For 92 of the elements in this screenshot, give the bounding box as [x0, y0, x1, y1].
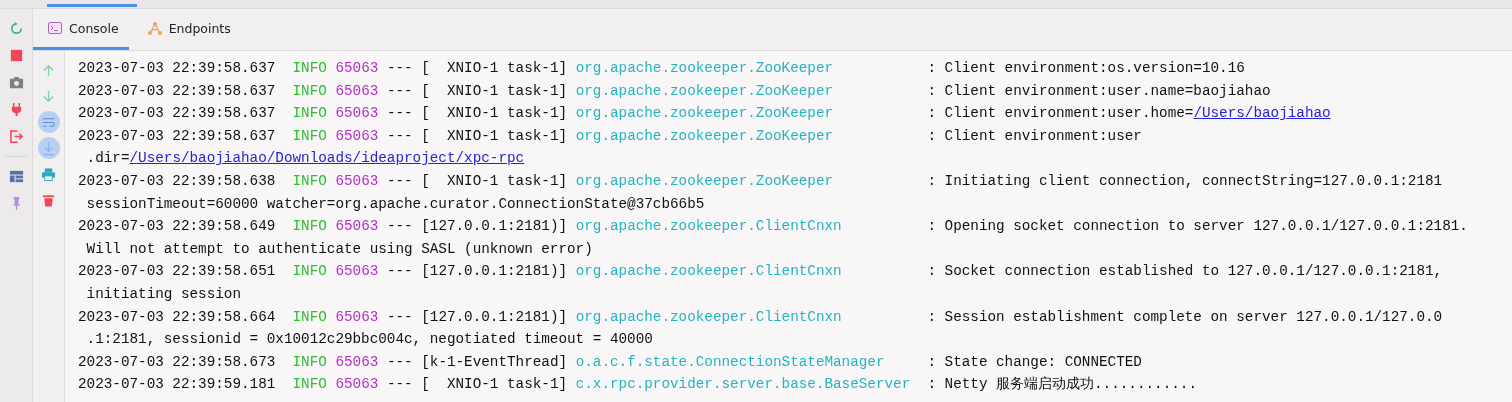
- logger-name: org.apache.zookeeper.ZooKeeper: [575, 59, 835, 78]
- log-message: : Netty 服务端启动成功............: [927, 375, 1197, 395]
- log-separator: ---: [386, 217, 413, 237]
- log-message: sessionTimeout=60000 watcher=org.apache.curator.ConnectionState@37cb66b5: [86, 194, 705, 214]
- log-level: INFO: [292, 126, 327, 146]
- logger-name: org.apache.zookeeper.ClientCnxn: [575, 262, 843, 282]
- log-message: initiating session: [86, 284, 241, 304]
- wrap-button[interactable]: [37, 111, 60, 133]
- log-separator: ---: [386, 126, 413, 146]
- scroll-button[interactable]: [37, 137, 60, 159]
- log-timestamp: 2023-07-03 22:39:58.651: [78, 262, 276, 282]
- log-level: INFO: [292, 217, 327, 237]
- log-message: : Socket connection established to 127.0.0.1/127.0.0.1:2181,: [927, 262, 1443, 282]
- log-level: INFO: [292, 59, 327, 78]
- log-separator: ---: [386, 352, 413, 372]
- down-arrow-icon: [41, 88, 56, 104]
- log-level: INFO: [292, 375, 327, 395]
- log-separator: ---: [386, 81, 413, 101]
- up-arrow-icon: [41, 62, 56, 78]
- logger-name: org.apache.zookeeper.ZooKeeper: [575, 81, 835, 101]
- printer-icon: [41, 166, 56, 182]
- thread-name: [127.0.0.1:2181)]: [421, 217, 568, 237]
- process-id: 65063: [335, 262, 379, 282]
- log-message: : Session establishment complete on server 127.0.0.1/127.0.0: [927, 307, 1443, 327]
- path-link[interactable]: /Users/baojiahao: [1193, 105, 1331, 122]
- logger-name: org.apache.zookeeper.ZooKeeper: [575, 126, 835, 146]
- thread-name: [127.0.0.1:2181)]: [421, 307, 568, 327]
- log-message: .1:2181, sessionid = 0x10012c29bbc004c, negotiated timeout = 40000: [86, 330, 653, 350]
- log-level: INFO: [292, 352, 327, 372]
- thread-name: [127.0.0.1:2181)]: [421, 262, 568, 282]
- log-timestamp: 2023-07-03 22:39:58.637: [78, 126, 276, 146]
- process-id: 65063: [335, 307, 379, 327]
- path-link[interactable]: /Users/baojiahao/Downloads/ideaproject/xpc-rpc: [129, 150, 525, 167]
- log-timestamp: 2023-07-03 22:39:58.673: [78, 352, 276, 372]
- tab[interactable]: Endpoints: [132, 9, 241, 50]
- log-timestamp: 2023-07-03 22:39:59.181: [78, 375, 276, 395]
- log-level: INFO: [292, 307, 327, 327]
- stop-icon[interactable]: [8, 48, 24, 63]
- log-timestamp: 2023-07-03 22:39:58.664: [78, 307, 276, 327]
- log-message: : Initiating client connection, connectString=127.0.0.1:2181: [927, 171, 1443, 191]
- process-id: 65063: [335, 126, 379, 146]
- logger-name: c.x.rpc.provider.server.base.BaseServer: [575, 375, 912, 395]
- log-timestamp: 2023-07-03 22:39:58.637: [78, 104, 276, 124]
- rerun-icon[interactable]: [8, 21, 24, 36]
- log-timestamp: 2023-07-03 22:39:58.638: [78, 171, 276, 191]
- log-separator: ---: [386, 104, 413, 124]
- process-id: 65063: [335, 217, 379, 237]
- logger-name: org.apache.zookeeper.ZooKeeper: [575, 104, 835, 124]
- log-separator: ---: [386, 262, 413, 282]
- exit-icon[interactable]: [8, 129, 24, 144]
- log-timestamp: 2023-07-03 22:39:58.637: [78, 81, 276, 101]
- scroll-to-end-icon: [41, 140, 56, 156]
- log-level: INFO: [292, 104, 327, 124]
- process-id: 65063: [335, 375, 379, 395]
- process-id: 65063: [335, 104, 379, 124]
- thread-name: [ XNIO-1 task-1]: [421, 104, 568, 124]
- log-message: : Client environment:user.name=baojiahao: [927, 81, 1271, 101]
- thread-name: [ XNIO-1 task-1]: [421, 171, 568, 191]
- process-id: 65063: [335, 171, 379, 191]
- log-message: : Client environment:os.version=10.16: [927, 59, 1245, 78]
- log-separator: ---: [386, 59, 413, 78]
- log-level: INFO: [292, 171, 327, 191]
- logger-name: org.apache.zookeeper.ZooKeeper: [575, 171, 835, 191]
- log-message: .dir=/Users/baojiahao/Downloads/ideaproject/xpc-rpc: [86, 149, 525, 169]
- process-id: 65063: [335, 352, 379, 372]
- log-message: : Client environment:user.home=/Users/baojiahao: [927, 104, 1331, 124]
- log-separator: ---: [386, 171, 413, 191]
- endpoints-icon: [146, 20, 163, 36]
- layout-icon[interactable]: [8, 169, 24, 184]
- log-timestamp: 2023-07-03 22:39:58.649: [78, 217, 276, 237]
- thread-name: [k-1-EventThread]: [421, 352, 568, 372]
- logger-name: org.apache.zookeeper.ClientCnxn: [575, 307, 843, 327]
- logger-name: org.apache.zookeeper.ClientCnxn: [575, 217, 843, 237]
- process-id: 65063: [335, 81, 379, 101]
- camera-icon[interactable]: [8, 75, 24, 90]
- thread-name: [ XNIO-1 task-1]: [421, 59, 568, 78]
- log-separator: ---: [386, 307, 413, 327]
- thread-name: [ XNIO-1 task-1]: [421, 126, 568, 146]
- process-id: 65063: [335, 59, 379, 78]
- log-message: : Opening socket connection to server 127.0.0.1/127.0.0.1:2181.: [927, 217, 1468, 237]
- thread-name: [ XNIO-1 task-1]: [421, 375, 568, 395]
- console-icon: [47, 20, 63, 36]
- log-separator: ---: [386, 375, 413, 395]
- thread-name: [ XNIO-1 task-1]: [421, 81, 568, 101]
- trash-icon: [41, 192, 56, 208]
- log-level: INFO: [292, 81, 327, 101]
- logger-name: o.a.c.f.state.ConnectionStateManager: [575, 352, 886, 372]
- log-level: INFO: [292, 262, 327, 282]
- log-message: : Client environment:user: [927, 126, 1142, 146]
- log-timestamp: 2023-07-03 22:39:58.637: [78, 59, 276, 78]
- log-message: Will not attempt to authenticate using SASL (unknown error): [86, 239, 593, 259]
- log-message: : State change: CONNECTED: [927, 352, 1142, 372]
